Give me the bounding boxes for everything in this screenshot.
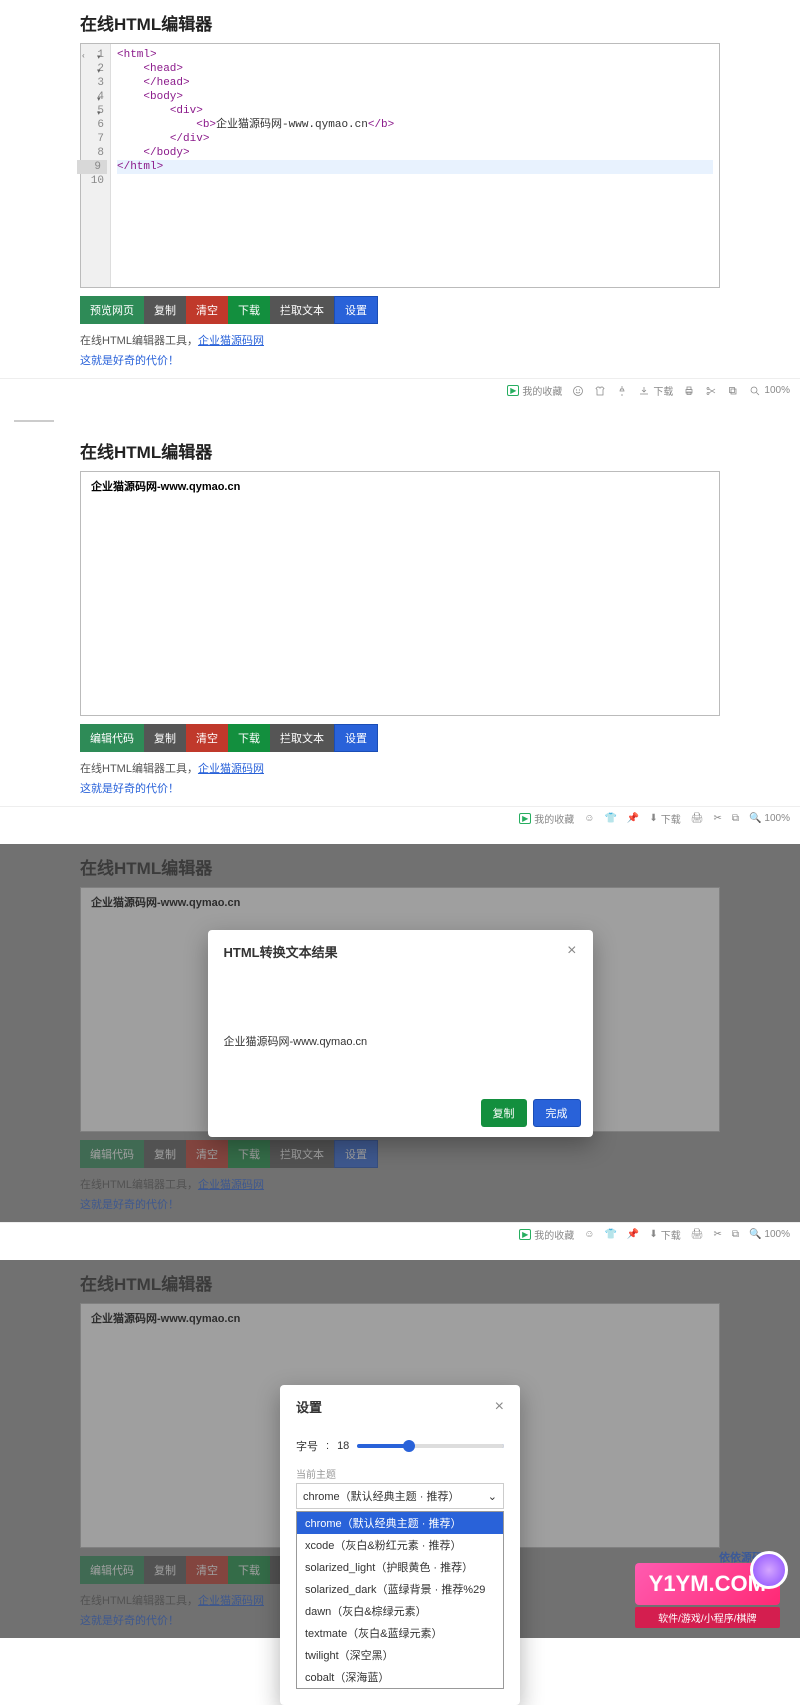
theme-option[interactable]: twilight（深空黑）: [297, 1644, 503, 1666]
font-size-value: 18: [337, 1440, 349, 1452]
source-link[interactable]: 企业猫源码网: [198, 763, 264, 775]
smile-icon[interactable]: [572, 385, 584, 397]
source-link[interactable]: 企业猫源码网: [198, 335, 264, 347]
magnifier-icon: [750, 1551, 788, 1589]
chevron-down-icon: ⌄: [488, 1490, 497, 1503]
modal-done-button[interactable]: 完成: [533, 1099, 581, 1127]
code-editor[interactable]: ‹1▾ 2▾ 3 4▾ 5▾ 6 7 8 9 10 <html> <head> …: [80, 43, 720, 288]
print-icon[interactable]: 🖨: [691, 1229, 704, 1240]
panel-code-editor: 在线HTML编辑器 ‹1▾ 2▾ 3 4▾ 5▾ 6 7 8 9 10 <htm…: [0, 0, 800, 378]
theme-option[interactable]: solarized_light（护眼黄色 · 推荐）: [297, 1556, 503, 1578]
theme-option[interactable]: xcode（灰白&粉红元素 · 推荐）: [297, 1534, 503, 1556]
clear-button[interactable]: 清空: [186, 296, 228, 324]
theme-option[interactable]: solarized_dark（蓝绿背景 · 推荐%29: [297, 1578, 503, 1600]
slider-knob[interactable]: [403, 1440, 415, 1452]
play-icon[interactable]: ▶我的收藏: [519, 1227, 574, 1242]
download-button[interactable]: 下载: [228, 724, 270, 752]
play-icon[interactable]: ▶我的收藏: [519, 811, 574, 826]
download-icon[interactable]: ⬇下载: [649, 1227, 680, 1242]
extract-text-button[interactable]: 拦取文本: [270, 724, 334, 752]
print-icon[interactable]: [683, 385, 695, 397]
browser-toolbar: ▶我的收藏 下载 100%: [0, 378, 800, 402]
tshirt-icon[interactable]: [594, 385, 606, 397]
play-icon[interactable]: ▶我的收藏: [507, 383, 562, 398]
copy-icon[interactable]: [727, 385, 739, 397]
extract-text-button[interactable]: 拦取文本: [270, 296, 334, 324]
preview-button[interactable]: 预览网页: [80, 296, 144, 324]
modal-body: 企业猫源码网-www.qymao.cn: [208, 973, 593, 1089]
theme-select[interactable]: chrome（默认经典主题 · 推荐） ⌄: [296, 1483, 504, 1509]
copy-button[interactable]: 复制: [144, 296, 186, 324]
smile-icon[interactable]: ☺: [584, 813, 594, 824]
tshirt-icon[interactable]: 👕: [604, 813, 616, 824]
settings-button[interactable]: 设置: [334, 724, 378, 752]
watermark: 依依源码网 Y1YM.COM 软件/游戏/小程序/棋牌: [635, 1563, 780, 1628]
editor-gutter: ‹1▾ 2▾ 3 4▾ 5▾ 6 7 8 9 10: [81, 44, 111, 287]
theme-option[interactable]: dawn（灰白&棕绿元素）: [297, 1600, 503, 1622]
page-title: 在线HTML编辑器: [80, 10, 720, 35]
theme-option[interactable]: chrome（默认经典主题 · 推荐）: [297, 1512, 503, 1534]
font-size-slider[interactable]: [357, 1444, 504, 1448]
pin-icon[interactable]: 📌: [627, 1229, 639, 1240]
settings-modal: 设置 × 字号: 18 当前主题 chrome（默认经典主题 · 推荐） ⌄ c…: [280, 1385, 520, 1705]
copy-icon[interactable]: ⧉: [732, 1229, 739, 1240]
footer-tagline: 这就是好奇的代价！: [80, 780, 720, 796]
result-text: 企业猫源码网-www.qymao.cn: [224, 1033, 577, 1049]
divider: [14, 420, 54, 422]
modal-title: HTML转换文本结果: [224, 942, 338, 961]
pin-icon[interactable]: [616, 385, 628, 397]
browser-toolbar: ▶我的收藏 ☺ 👕 📌 ⬇下载 🖨 ✂ ⧉ 🔍100%: [0, 806, 800, 830]
footer-note: 在线HTML编辑器工具，企业猫源码网: [80, 332, 720, 348]
page-title: 在线HTML编辑器: [80, 438, 720, 463]
theme-dropdown: chrome（默认经典主题 · 推荐） xcode（灰白&粉红元素 · 推荐） …: [296, 1511, 504, 1689]
font-size-label: 字号: [296, 1438, 318, 1454]
theme-label: 当前主题: [296, 1466, 504, 1481]
scissors-icon[interactable]: ✂: [713, 1229, 721, 1240]
close-icon[interactable]: ×: [495, 1398, 504, 1416]
text-result-modal: HTML转换文本结果 × 企业猫源码网-www.qymao.cn 复制 完成: [208, 930, 593, 1137]
copy-icon[interactable]: ⧉: [732, 813, 739, 824]
preview-content: 企业猫源码网-www.qymao.cn: [91, 481, 240, 493]
zoom-icon[interactable]: 100%: [749, 385, 790, 397]
button-bar: 编辑代码 复制 清空 下载 拦取文本 设置: [80, 724, 720, 752]
download-button[interactable]: 下载: [228, 296, 270, 324]
edit-code-button[interactable]: 编辑代码: [80, 724, 144, 752]
panel-preview: 在线HTML编辑器 企业猫源码网-www.qymao.cn 编辑代码 复制 清空…: [0, 428, 800, 806]
print-icon[interactable]: 🖨: [691, 813, 704, 824]
watermark-sub: 软件/游戏/小程序/棋牌: [635, 1607, 780, 1628]
modal-overlay[interactable]: HTML转换文本结果 × 企业猫源码网-www.qymao.cn 复制 完成: [0, 844, 800, 1222]
clear-button[interactable]: 清空: [186, 724, 228, 752]
scissors-icon[interactable]: ✂: [713, 813, 721, 824]
scissors-icon[interactable]: [705, 385, 717, 397]
button-bar: 预览网页 复制 清空 下载 拦取文本 设置: [80, 296, 720, 324]
settings-button[interactable]: 设置: [334, 296, 378, 324]
download-icon[interactable]: ⬇下载: [649, 811, 680, 826]
footer-note: 在线HTML编辑器工具，企业猫源码网: [80, 760, 720, 776]
tshirt-icon[interactable]: 👕: [604, 1229, 616, 1240]
footer-tagline: 这就是好奇的代价！: [80, 352, 720, 368]
preview-area: 企业猫源码网-www.qymao.cn: [80, 471, 720, 716]
browser-toolbar: ▶我的收藏 ☺ 👕 📌 ⬇下载 🖨 ✂ ⧉ 🔍100%: [0, 1222, 800, 1246]
copy-button[interactable]: 复制: [144, 724, 186, 752]
theme-option[interactable]: textmate（灰白&蓝绿元素）: [297, 1622, 503, 1644]
theme-option[interactable]: cobalt（深海蓝）: [297, 1666, 503, 1688]
download-icon[interactable]: 下载: [638, 383, 673, 398]
code-lines[interactable]: <html> <head> </head> <body> <div> <b>企业…: [111, 44, 719, 287]
modal-copy-button[interactable]: 复制: [481, 1099, 527, 1127]
close-icon[interactable]: ×: [567, 942, 576, 960]
modal-title: 设置: [296, 1397, 322, 1416]
zoom-icon[interactable]: 🔍100%: [749, 813, 790, 824]
pin-icon[interactable]: 📌: [627, 813, 639, 824]
zoom-icon[interactable]: 🔍100%: [749, 1229, 790, 1240]
smile-icon[interactable]: ☺: [584, 1229, 594, 1240]
